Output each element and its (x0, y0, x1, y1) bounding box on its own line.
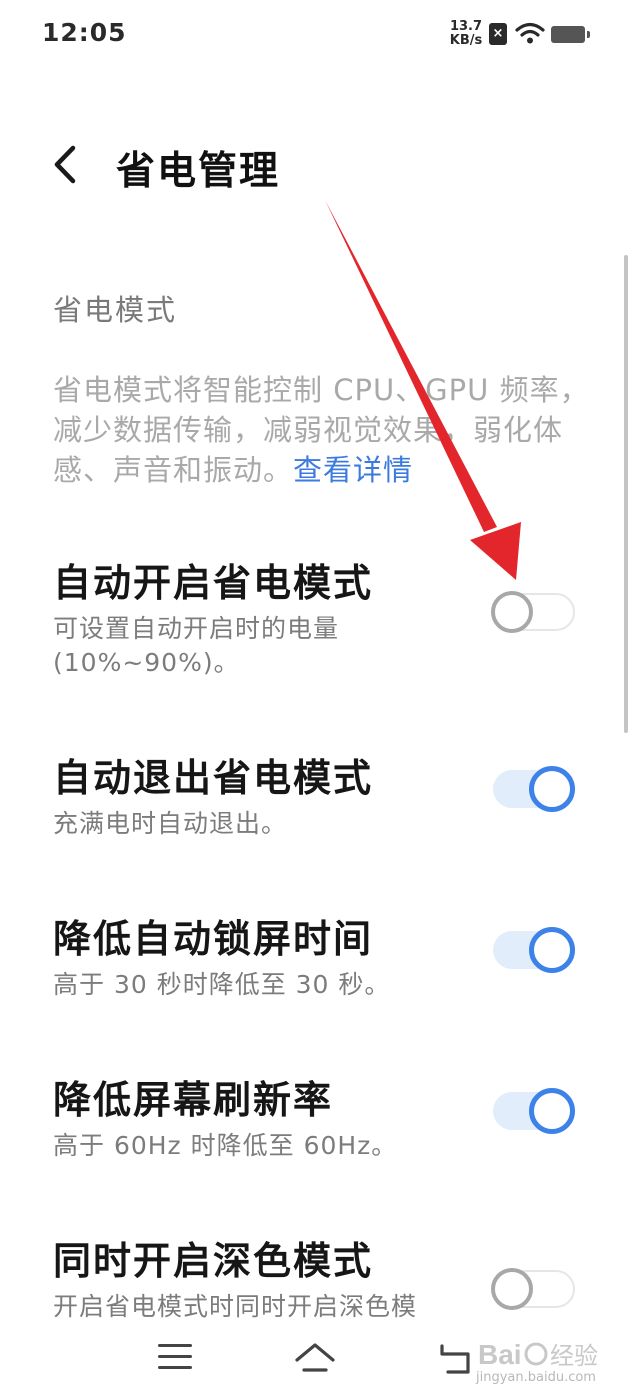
setting-title: 自动退出省电模式 (53, 756, 374, 800)
setting-title: 自动开启省电模式 (53, 561, 374, 605)
home-icon[interactable] (293, 1340, 337, 1374)
chevron-left-icon (54, 145, 76, 184)
page-header: 省电管理 (0, 120, 630, 210)
setting-subtitle: 高于 30 秒时降低至 30 秒。 (53, 970, 391, 999)
toggle-knob (529, 766, 575, 812)
scrollbar[interactable] (624, 255, 628, 733)
setting-subtitle: 充满电时自动退出。 (53, 809, 288, 838)
setting-subtitle: 高于 60Hz 时降低至 60Hz。 (53, 1131, 398, 1160)
toggle-refresh-rate[interactable] (491, 1088, 577, 1134)
setting-title: 同时开启深色模式 (53, 1239, 374, 1283)
network-speed-value: 13.7 (449, 19, 483, 34)
toggle-knob (491, 1268, 533, 1310)
svg-text:经验: 经验 (550, 1343, 598, 1370)
wifi-icon (515, 22, 545, 44)
network-speed-unit: KB/s (449, 33, 483, 48)
setting-title: 降低屏幕刷新率 (53, 1078, 334, 1122)
svg-text:Bai: Bai (478, 1339, 522, 1370)
toggle-lock-time[interactable] (491, 927, 577, 973)
toggle-knob (491, 591, 533, 633)
baidu-watermark-logo: Bai 经验 (478, 1339, 598, 1370)
back-button[interactable] (45, 142, 85, 187)
toggle-auto-exit[interactable] (491, 766, 577, 812)
annotation-arrow-icon (325, 200, 521, 580)
network-speed: 13.7 KB/s (446, 20, 486, 48)
toggle-auto-enable[interactable] (491, 589, 577, 635)
section-description: 省电模式将智能控制 CPU、GPU 频率，减少数据传输，减弱视觉效果，弱化体感、… (53, 370, 593, 490)
no-sim-icon: × (489, 23, 507, 45)
battery-icon (551, 26, 590, 43)
watermark-url: jingyan.baidu.com (476, 1370, 596, 1385)
status-bar: 12:05 13.7 KB/s × (0, 0, 630, 70)
toggle-knob (529, 1088, 575, 1134)
page-title: 省电管理 (116, 149, 281, 194)
section-title: 省电模式 (53, 293, 178, 327)
menu-icon[interactable] (158, 1344, 192, 1374)
setting-title: 降低自动锁屏时间 (53, 917, 374, 961)
toggle-knob (529, 927, 575, 973)
toggle-dark-mode[interactable] (491, 1266, 577, 1312)
details-link[interactable]: 查看详情 (293, 453, 413, 487)
setting-subtitle: 可设置自动开启时的电量(10%~90%)。 (53, 614, 340, 677)
status-time: 12:05 (42, 18, 127, 47)
